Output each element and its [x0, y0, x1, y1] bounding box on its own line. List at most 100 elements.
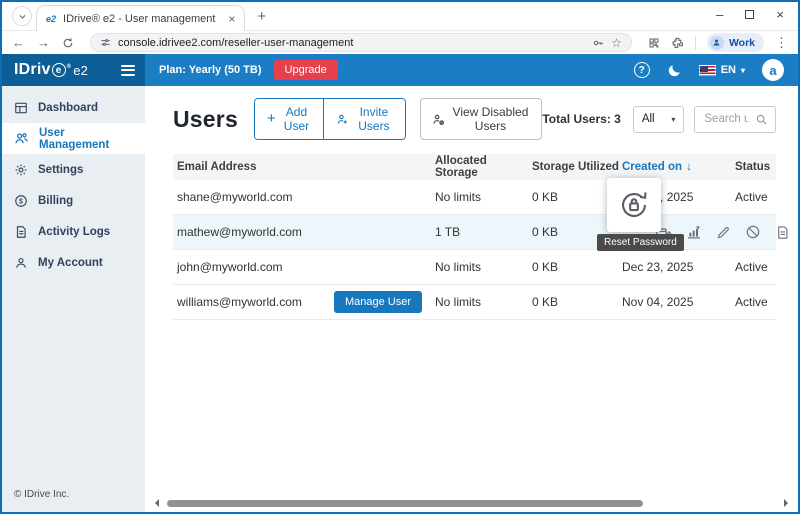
sidebar-item-billing[interactable]: $ Billing	[2, 185, 145, 216]
page-title: Users	[173, 106, 238, 133]
sidebar-item-user-management[interactable]: User Management	[2, 123, 145, 154]
header-created-on[interactable]: Created on ↓	[622, 161, 735, 173]
help-icon[interactable]: ?	[634, 62, 650, 78]
billing-icon: $	[14, 194, 28, 208]
header-allocated-storage[interactable]: Allocated Storage	[435, 155, 532, 179]
reset-password-popup[interactable]	[607, 178, 661, 232]
profile-chip[interactable]: Work	[707, 33, 764, 52]
header-storage-utilized[interactable]: Storage Utilized	[532, 161, 622, 173]
tab-search-chevron-icon[interactable]	[12, 6, 32, 26]
person-slash-icon	[432, 113, 445, 126]
person-plus-icon	[336, 113, 349, 126]
browser-window: e2 IDrive® e2 - User management × + – × …	[0, 0, 800, 514]
browser-tab[interactable]: e2 IDrive® e2 - User management ×	[36, 5, 245, 31]
reload-icon[interactable]	[62, 37, 74, 49]
edit-pencil-icon[interactable]	[716, 225, 731, 240]
filter-value: All	[642, 113, 655, 125]
logo-text: IDriv	[14, 61, 51, 79]
minimize-button[interactable]: –	[716, 12, 723, 18]
manage-user-button[interactable]: Manage User	[334, 291, 422, 313]
gear-icon	[14, 163, 28, 177]
qr-code-icon[interactable]	[648, 37, 660, 49]
dark-mode-moon-icon[interactable]	[667, 63, 682, 78]
table-row-hovered[interactable]: mathew@myworld.com 1 TB 0 KB	[173, 215, 776, 250]
scrollbar-thumb[interactable]	[167, 500, 643, 507]
disable-user-icon[interactable]	[745, 224, 761, 240]
table-row[interactable]: shane@myworld.com No limits 0 KB Dec 23,…	[173, 180, 776, 215]
sidebar-item-activity-logs[interactable]: Activity Logs	[2, 216, 145, 247]
storage-utilized: 0 KB	[532, 295, 622, 309]
user-email: john@myworld.com	[173, 260, 435, 274]
browser-toolbar: ← → console.idrivee2.com/reseller-user-m…	[2, 31, 798, 54]
reset-password-icon[interactable]	[618, 189, 650, 221]
view-disabled-users-button[interactable]: View Disabled Users	[420, 98, 543, 140]
user-filter-dropdown[interactable]: All ▾	[633, 106, 685, 133]
search-input[interactable]	[702, 112, 750, 126]
header-email[interactable]: Email Address	[173, 161, 435, 173]
extensions-puzzle-icon[interactable]	[671, 36, 684, 49]
storage-utilized: 0 KB	[532, 260, 622, 274]
kebab-menu-icon[interactable]: ⋮	[775, 35, 788, 51]
passwords-key-icon[interactable]	[592, 37, 604, 49]
header-status[interactable]: Status	[735, 161, 776, 173]
allocated-storage: No limits	[435, 190, 532, 204]
user-email: shane@myworld.com	[173, 190, 435, 204]
user-logs-icon[interactable]	[775, 225, 790, 240]
url-text[interactable]: console.idrivee2.com/reseller-user-manag…	[118, 37, 585, 49]
person-icon	[14, 256, 28, 270]
language-selector[interactable]: EN ▾	[699, 64, 745, 76]
add-user-button[interactable]: + Add User	[255, 99, 323, 139]
view-disabled-label: View Disabled Users	[451, 105, 531, 133]
upgrade-button[interactable]: Upgrade	[274, 60, 338, 80]
allocated-storage: 1 TB	[435, 225, 532, 239]
scroll-right-icon[interactable]	[784, 499, 792, 507]
sidebar-item-label: Activity Logs	[38, 226, 110, 238]
tab-favicon: e2	[46, 14, 56, 24]
forward-icon[interactable]: →	[37, 35, 50, 50]
status-badge: Active	[735, 190, 776, 204]
sidebar-item-settings[interactable]: Settings	[2, 154, 145, 185]
sidebar-item-dashboard[interactable]: Dashboard	[2, 92, 145, 123]
back-icon[interactable]: ←	[12, 35, 25, 50]
new-tab-button[interactable]: +	[257, 8, 266, 25]
logo-registered-mark: ®	[67, 64, 72, 70]
tab-close-icon[interactable]: ×	[228, 12, 235, 26]
site-info-icon[interactable]	[100, 37, 111, 48]
app-header-bar: Plan: Yearly (50 TB) Upgrade ? EN ▾ a	[145, 54, 798, 86]
usage-stats-icon[interactable]	[686, 224, 702, 240]
invite-users-label: Invite Users	[355, 105, 392, 133]
account-avatar[interactable]: a	[762, 59, 784, 81]
close-window-button[interactable]: ×	[776, 7, 784, 22]
table-row[interactable]: john@myworld.com No limits 0 KB Dec 23, …	[173, 250, 776, 285]
sidebar-item-my-account[interactable]: My Account	[2, 247, 145, 278]
address-bar[interactable]: console.idrivee2.com/reseller-user-manag…	[90, 33, 632, 52]
bookmark-star-icon[interactable]: ☆	[611, 36, 622, 50]
invite-users-button[interactable]: Invite Users	[323, 99, 404, 139]
table-header-row: Email Address Allocated Storage Storage …	[173, 154, 776, 180]
idrive-e2-logo: IDrive®e2	[14, 61, 88, 79]
horizontal-scrollbar[interactable]	[151, 498, 792, 508]
status-badge: Active	[735, 260, 776, 274]
allocated-storage: No limits	[435, 295, 532, 309]
status-badge: Active	[735, 295, 776, 309]
window-controls: – ×	[716, 7, 784, 22]
table-row[interactable]: williams@myworld.com Manage User No limi…	[173, 285, 776, 320]
chevron-down-icon: ▾	[741, 66, 745, 75]
hamburger-menu-icon[interactable]	[121, 65, 135, 76]
plus-icon: +	[267, 114, 276, 124]
allocated-storage: No limits	[435, 260, 532, 274]
language-code: EN	[721, 64, 736, 76]
created-on-label: Created on	[622, 161, 682, 173]
app-header-right: ? EN ▾ a	[634, 59, 784, 81]
search-icon[interactable]	[755, 113, 768, 126]
main-panel: Users + Add User Invite Users	[145, 86, 798, 512]
maximize-button[interactable]	[745, 10, 754, 19]
plan-label: Plan: Yearly (50 TB)	[159, 64, 262, 76]
svg-text:$: $	[19, 198, 23, 205]
chevron-down-icon: ▾	[671, 115, 675, 124]
reset-password-tooltip: Reset Password	[597, 234, 684, 251]
user-actions-segment: + Add User Invite Users	[254, 98, 406, 140]
scroll-left-icon[interactable]	[151, 499, 159, 507]
total-users-count: Total Users: 3	[542, 112, 620, 126]
toolbar-right: Work ⋮	[648, 33, 788, 52]
